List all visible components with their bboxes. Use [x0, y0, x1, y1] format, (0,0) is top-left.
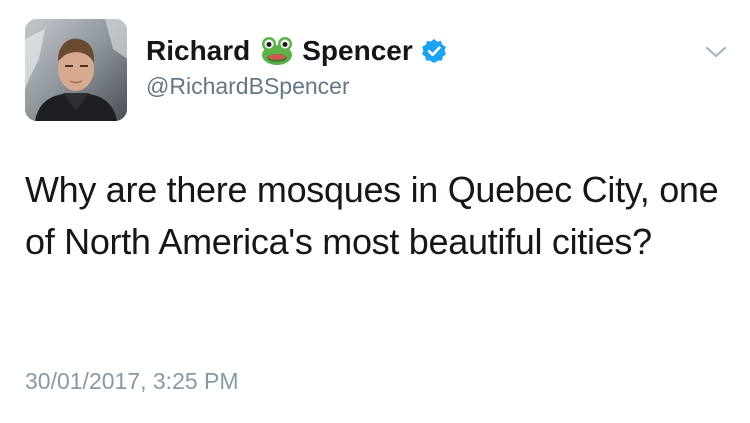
display-name[interactable]: Richard Spencer: [146, 33, 447, 69]
frog-icon: [260, 36, 294, 66]
avatar-photo: [25, 19, 127, 121]
verified-badge-icon: [421, 38, 447, 64]
display-name-first: Richard: [146, 35, 251, 66]
tweet-header: Richard Spencer @RichardBSpencer: [146, 33, 447, 101]
tweet-text: Why are there mosques in Quebec City, on…: [25, 169, 719, 262]
tweet-timestamp[interactable]: 30/01/2017, 3:25 PM: [25, 366, 239, 396]
user-handle[interactable]: @RichardBSpencer: [146, 71, 447, 101]
display-name-last: Spencer: [302, 35, 413, 66]
chevron-down-icon[interactable]: [704, 44, 728, 60]
avatar[interactable]: [25, 19, 127, 121]
tweet-card: Richard Spencer @RichardBSpencer Why are…: [0, 0, 750, 423]
